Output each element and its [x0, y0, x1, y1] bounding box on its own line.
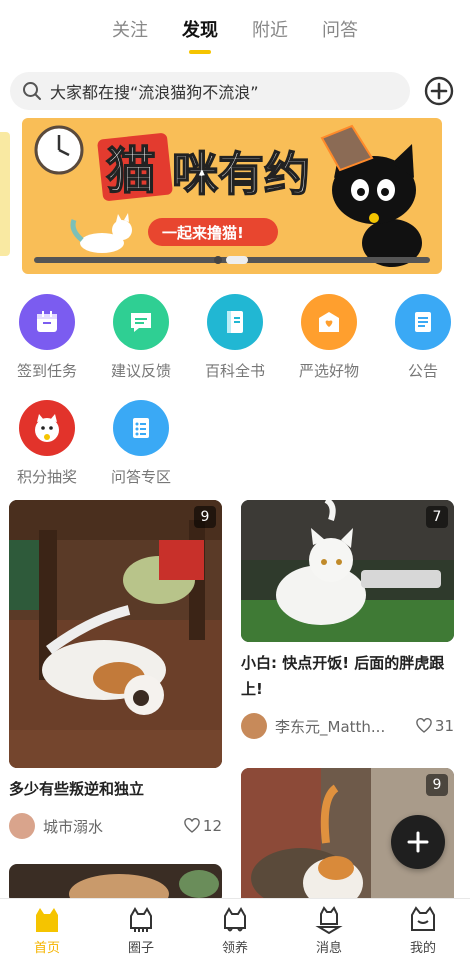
circle-cat-icon — [130, 907, 152, 932]
menu-item-label: 签到任务 — [16, 362, 77, 380]
like-count: 12 — [202, 817, 222, 835]
menu-item-label: 问答专区 — [110, 468, 171, 486]
image-count-badge: 9 — [426, 774, 448, 796]
feed-column-left: 9 多少有些叛逆和独立 城市溺水 12 — [9, 500, 222, 904]
banner-title-rest: 咪有约 — [172, 147, 310, 201]
nav-label: 领养 — [221, 941, 248, 956]
avatar[interactable] — [241, 713, 267, 739]
nav-home[interactable]: 首页 — [0, 899, 94, 960]
tab-nearby[interactable]: 附近 — [252, 16, 288, 56]
nav-label: 圈子 — [127, 941, 154, 956]
search-input[interactable]: 大家都在搜“流浪猫狗不流浪” — [10, 72, 410, 110]
home-cat-icon — [36, 908, 58, 932]
heart-icon — [184, 818, 200, 833]
nav-label: 我的 — [409, 941, 436, 956]
message-cat-icon — [315, 906, 343, 935]
menu-item-label: 公告 — [407, 362, 438, 380]
banner-artwork: 猫 咪有约 一起来撸猫! — [34, 124, 430, 267]
lucky-cat-icon — [19, 400, 75, 456]
menu-item-qa[interactable]: 问答专区 — [94, 396, 188, 502]
tab-follow[interactable]: 关注 — [112, 16, 148, 56]
post-title[interactable]: 多少有些叛逆和独立 — [9, 776, 222, 802]
black-cat-illustration — [320, 124, 422, 267]
banner-carousel[interactable]: 猫 咪有约 一起来撸猫! — [0, 118, 470, 276]
menu-item-notice[interactable]: 公告 — [376, 290, 470, 396]
menu-item-label: 严选好物 — [298, 362, 359, 380]
bottom-nav: 首页 圈子 领养 消息 我的 — [0, 898, 470, 960]
menu-item-checkin[interactable]: 签到任务 — [0, 290, 94, 396]
feature-menu: 签到任务 建议反馈 百科全书 严选好物 公告 积分抽奖 问答专区 — [0, 290, 470, 502]
post-meta: 城市溺水 12 — [9, 812, 222, 840]
post-meta: 李东元_Matth... 31 — [241, 712, 454, 740]
menu-item-lottery[interactable]: 积分抽奖 — [0, 396, 94, 502]
post-title[interactable]: 小白: 快点开饭! 后面的胖虎跟上! — [241, 650, 454, 702]
like-button[interactable]: 12 — [184, 817, 222, 835]
menu-item-label: 积分抽奖 — [16, 468, 77, 486]
image-count-badge: 7 — [426, 506, 448, 528]
menu-item-feedback[interactable]: 建议反馈 — [94, 290, 188, 396]
post-photo[interactable]: 9 — [9, 500, 222, 768]
banner-title-first: 猫 — [106, 142, 156, 200]
menu-item-label: 百科全书 — [204, 362, 265, 380]
tab-qa[interactable]: 问答 — [322, 16, 358, 56]
calendar-icon — [19, 294, 75, 350]
nav-circle[interactable]: 圈子 — [94, 899, 188, 960]
banner-subtitle: 一起来撸猫! — [162, 224, 244, 242]
author-name[interactable]: 李东元_Matth... — [275, 716, 405, 737]
feed-card[interactable]: 9 多少有些叛逆和独立 城市溺水 12 — [9, 500, 222, 840]
feed-card[interactable]: 7 小白: 快点开饭! 后面的胖虎跟上! 李东元_Matth... 31 — [241, 500, 454, 740]
gift-icon — [301, 294, 357, 350]
plus-icon — [407, 831, 429, 853]
author-name[interactable]: 城市溺水 — [43, 816, 173, 837]
banner-slide[interactable]: 猫 咪有约 一起来撸猫! — [22, 118, 442, 274]
add-post-button[interactable] — [391, 815, 445, 869]
search-icon — [23, 82, 41, 100]
nav-adopt[interactable]: 领养 — [188, 899, 282, 960]
heart-icon — [416, 718, 432, 733]
white-cat-illustration — [70, 213, 132, 253]
image-count-badge: 9 — [194, 506, 216, 528]
menu-item-goods[interactable]: 严选好物 — [282, 290, 376, 396]
like-count: 31 — [434, 717, 454, 735]
like-button[interactable]: 31 — [416, 717, 454, 735]
search-row: 大家都在搜“流浪猫狗不流浪” — [10, 72, 460, 110]
nav-messages[interactable]: 消息 — [282, 899, 376, 960]
clock-icon — [34, 125, 84, 175]
nav-label: 首页 — [33, 941, 60, 956]
book-icon — [207, 294, 263, 350]
tab-discover[interactable]: 发现 — [182, 16, 218, 56]
top-tab-bar: 关注 发现 附近 问答 — [0, 0, 470, 62]
nav-profile[interactable]: 我的 — [376, 899, 470, 960]
avatar[interactable] — [9, 813, 35, 839]
qa-icon — [113, 400, 169, 456]
adopt-cat-icon — [224, 907, 246, 932]
nav-label: 消息 — [315, 941, 342, 956]
search-placeholder: 大家都在搜“流浪猫狗不流浪” — [50, 83, 259, 102]
add-circle-icon[interactable] — [424, 76, 454, 106]
profile-cat-icon — [411, 906, 435, 931]
banner-prev-peek — [0, 132, 10, 256]
notice-icon — [395, 294, 451, 350]
menu-item-encyclopedia[interactable]: 百科全书 — [188, 290, 282, 396]
feedback-icon — [113, 294, 169, 350]
post-photo[interactable]: 7 — [241, 500, 454, 642]
menu-item-label: 建议反馈 — [110, 362, 171, 380]
